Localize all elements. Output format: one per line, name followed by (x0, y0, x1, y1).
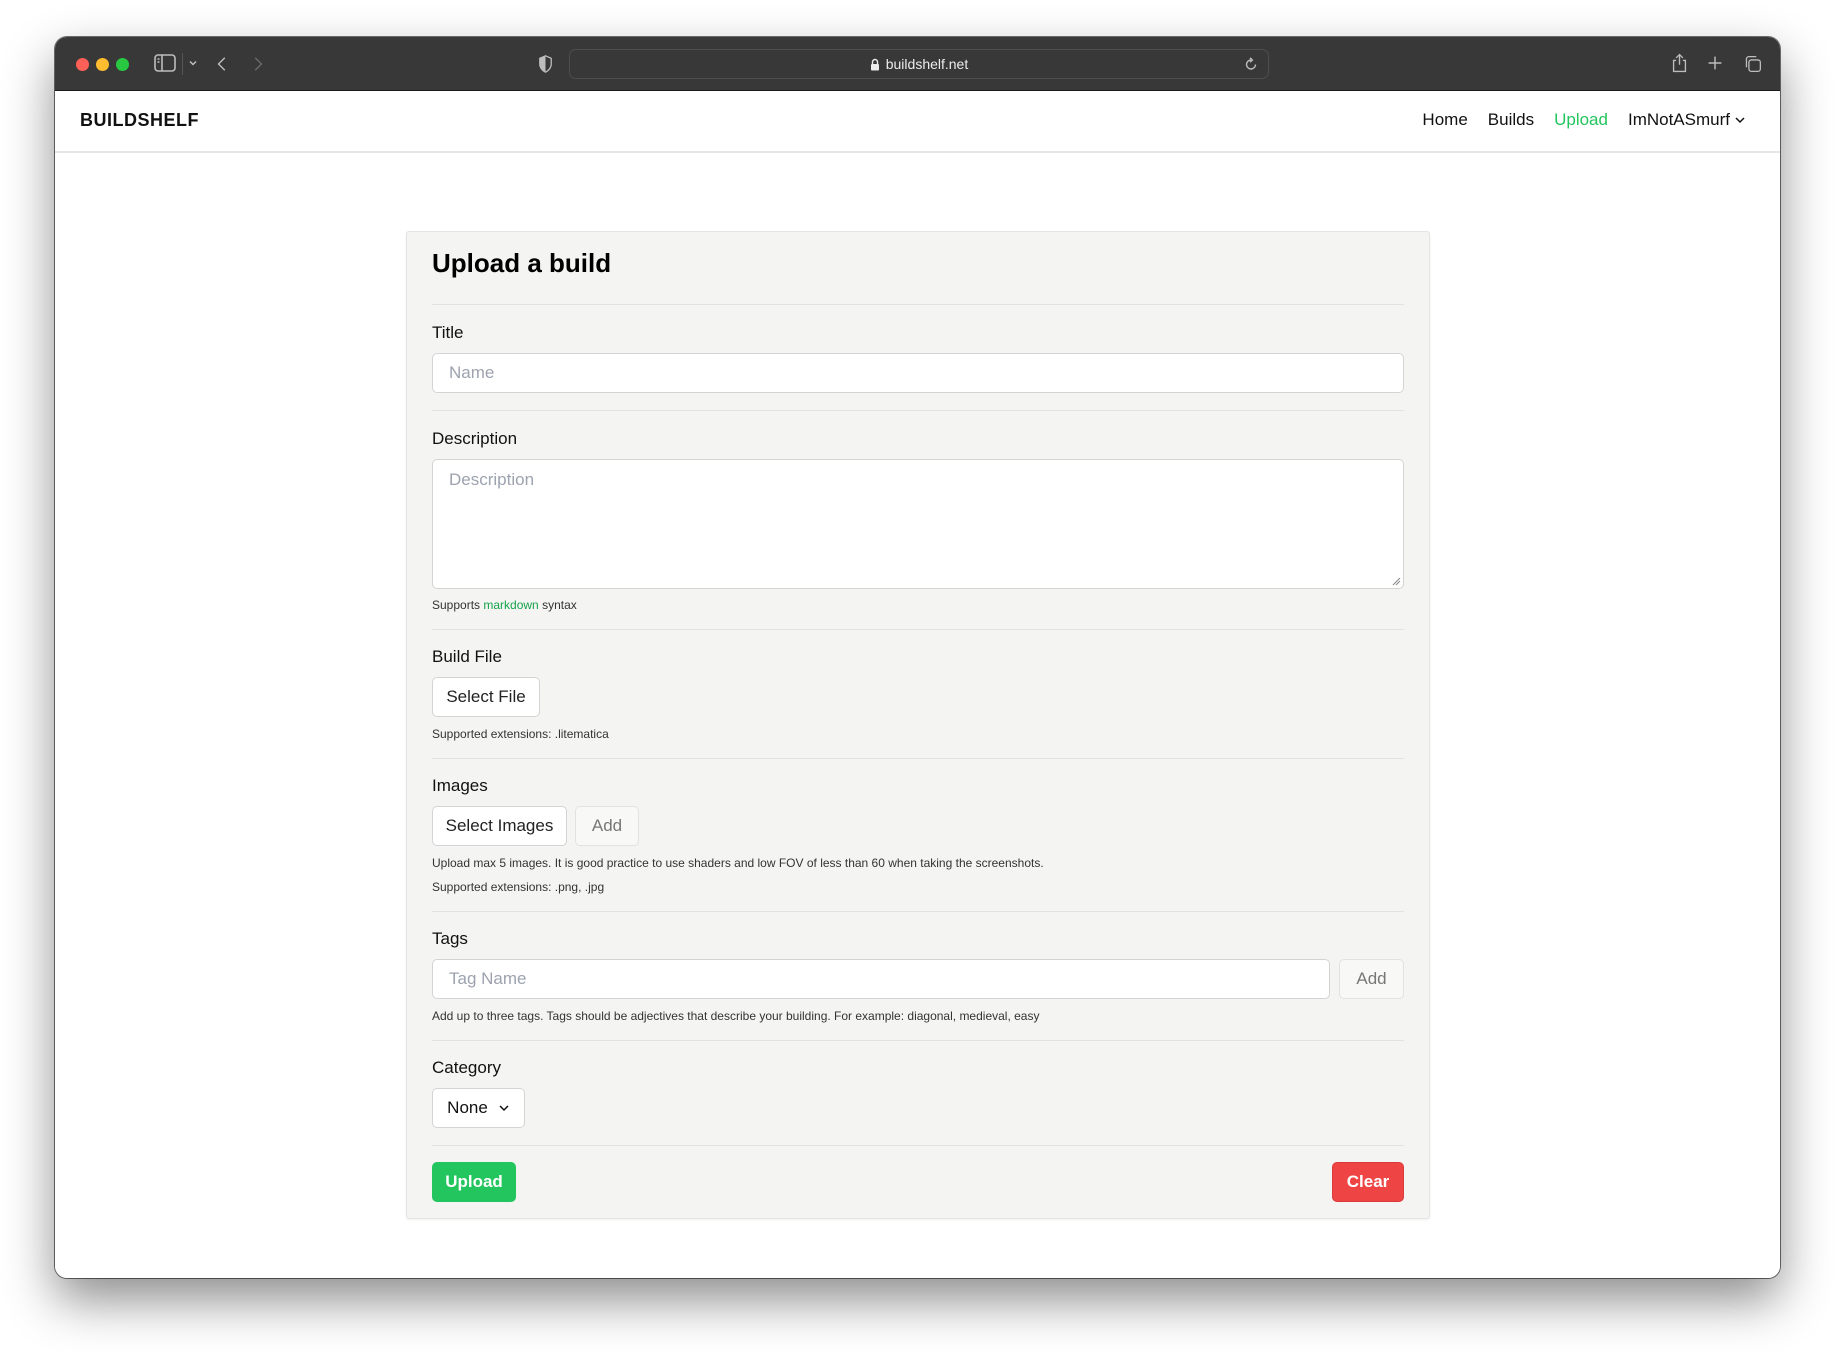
markdown-link[interactable]: markdown (483, 598, 538, 612)
chevron-right-icon[interactable] (248, 52, 268, 76)
nav-builds[interactable]: Builds (1488, 110, 1534, 130)
plus-icon[interactable] (1705, 53, 1725, 73)
description-textarea[interactable]: Description (432, 459, 1404, 589)
minimize-window-button[interactable] (96, 58, 109, 71)
main-nav: Home Builds Upload ImNotASmurf (1422, 110, 1746, 130)
title-label: Title (432, 323, 464, 342)
browser-toolbar: buildshelf.net (55, 37, 1780, 91)
clear-button[interactable]: Clear (1332, 1162, 1404, 1202)
resize-handle-icon[interactable] (1392, 577, 1401, 586)
brand-logo[interactable]: BUILDSHELF (80, 110, 199, 131)
images-help: Upload max 5 images. It is good practice… (432, 856, 1044, 870)
site-header: BUILDSHELF Home Builds Upload ImNotASmur… (55, 91, 1780, 153)
tags-help: Add up to three tags. Tags should be adj… (432, 1009, 1040, 1023)
lock-icon (870, 58, 880, 71)
chevron-left-icon[interactable] (212, 52, 232, 76)
browser-window: buildshelf.net BUILDSHELF Home Builds Up… (55, 37, 1780, 1278)
divider (432, 1040, 1404, 1041)
add-image-button[interactable]: Add (575, 806, 639, 846)
title-placeholder: Name (449, 363, 495, 382)
category-label: Category (432, 1058, 501, 1077)
chevron-down-icon[interactable] (185, 55, 201, 71)
toolbar-divider (182, 53, 183, 75)
category-select[interactable]: None (432, 1088, 525, 1128)
tags-label: Tags (432, 929, 468, 948)
add-tag-button[interactable]: Add (1339, 959, 1404, 999)
nav-home[interactable]: Home (1422, 110, 1467, 130)
select-images-button[interactable]: Select Images (432, 806, 567, 846)
maximize-window-button[interactable] (116, 58, 129, 71)
divider (432, 629, 1404, 630)
description-label: Description (432, 429, 518, 448)
shield-icon[interactable] (536, 53, 554, 75)
tabs-icon[interactable] (1742, 53, 1764, 75)
sidebar-toggle-icon[interactable] (154, 54, 176, 72)
divider (432, 1145, 1404, 1146)
share-icon[interactable] (1669, 50, 1689, 76)
images-extensions-help: Supported extensions: .png, .jpg (432, 880, 605, 894)
divider (432, 758, 1404, 759)
page-content: BUILDSHELF Home Builds Upload ImNotASmur… (55, 91, 1780, 1278)
description-help: Supports markdown syntax (432, 598, 577, 612)
page-title: Upload a build (432, 248, 612, 278)
upload-button[interactable]: Upload (432, 1162, 516, 1202)
tag-name-input[interactable]: Tag Name (432, 959, 1330, 999)
reload-icon[interactable] (1243, 56, 1259, 72)
divider (432, 304, 1404, 305)
address-bar[interactable]: buildshelf.net (569, 49, 1269, 79)
divider (432, 410, 1404, 411)
url-text: buildshelf.net (885, 56, 969, 72)
username: ImNotASmurf (1627, 110, 1730, 129)
user-menu[interactable]: ImNotASmurf (1628, 110, 1746, 130)
category-selected-value: None (447, 1098, 488, 1117)
build-file-help: Supported extensions: .litematica (432, 727, 609, 741)
divider (432, 911, 1404, 912)
upload-form-card: Upload a build Title Name Description De… (406, 231, 1430, 1219)
description-placeholder: Description (449, 470, 535, 489)
chevron-down-icon (1735, 117, 1745, 124)
title-input[interactable]: Name (432, 353, 1404, 393)
images-label: Images (432, 776, 488, 795)
tag-name-placeholder: Tag Name (449, 969, 527, 988)
build-file-label: Build File (432, 647, 502, 666)
close-window-button[interactable] (76, 58, 89, 71)
nav-upload[interactable]: Upload (1554, 110, 1608, 130)
select-file-button[interactable]: Select File (432, 677, 540, 717)
chevron-down-icon (499, 1105, 509, 1112)
